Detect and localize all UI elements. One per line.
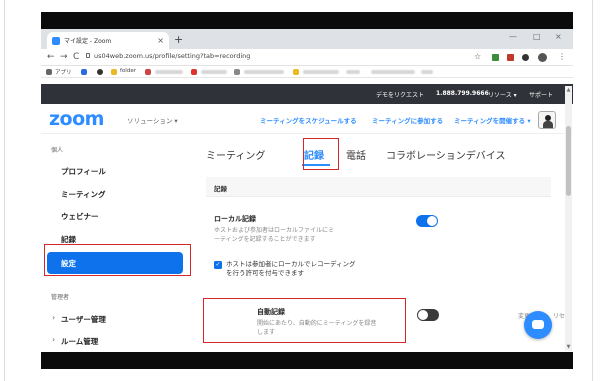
folder-icon: [111, 69, 117, 75]
zoom-utility-bar: デモをリクエスト 1.888.799.9666 リソース ▾ サポート: [41, 84, 573, 104]
phone-number: 1.888.799.9666: [436, 90, 489, 97]
reload-button[interactable]: C: [73, 52, 79, 62]
lock-icon: [86, 53, 90, 58]
bookmark-icon[interactable]: [293, 69, 299, 75]
zoom-logo[interactable]: zoom: [49, 108, 104, 130]
sidebar-item-profile[interactable]: プロフィール: [61, 166, 106, 177]
forward-button[interactable]: →: [60, 52, 68, 62]
blurred-bookmark[interactable]: [244, 70, 284, 74]
blurred-bookmark[interactable]: [303, 70, 339, 74]
bookmark-folder[interactable]: folder: [120, 68, 136, 74]
host-meeting-menu[interactable]: ミーティングを開催する ▾: [454, 115, 531, 125]
local-recording-desc: ホストおよび参加者はローカルファイルにミ: [214, 227, 335, 234]
tab-phone[interactable]: 電話: [346, 147, 366, 162]
join-meeting-link[interactable]: ミーティングに参加する: [372, 115, 443, 125]
address-bar: ← → C us04web.zoom.us/profile/setting?ta…: [41, 49, 573, 66]
request-demo-link[interactable]: デモをリクエスト: [376, 90, 424, 99]
bookmark-star-icon[interactable]: ☆: [474, 52, 481, 61]
scrollbar-thumb[interactable]: [566, 126, 571, 196]
apps-grid-icon: [46, 69, 52, 75]
section-header: 記録: [206, 177, 551, 197]
black-band-bottom: [41, 352, 573, 369]
bookmark-icon[interactable]: [81, 69, 87, 75]
highlight-recording-tab: [303, 138, 339, 170]
scroll-down-icon[interactable]: ▼: [565, 344, 572, 350]
browser-window: マイ設定 - Zoom × + — □ × ← → C us04web.zoom…: [41, 29, 573, 352]
auto-recording-toggle[interactable]: [417, 309, 439, 321]
support-link[interactable]: サポート: [529, 90, 553, 99]
minimize-button[interactable]: —: [509, 32, 517, 41]
tab-collaboration-devices[interactable]: コラボレーションデバイス: [386, 147, 506, 162]
black-band-top: [41, 12, 573, 29]
blurred-bookmark[interactable]: [371, 70, 415, 74]
scroll-up-icon[interactable]: ▲: [565, 87, 572, 93]
blurred-bookmark[interactable]: [346, 70, 360, 74]
sidebar-item-meetings[interactable]: ミーティング: [61, 189, 106, 200]
back-button[interactable]: ←: [47, 52, 55, 62]
highlight-settings-item: [44, 244, 191, 276]
local-recording-desc: ーティングを記録することができます: [214, 236, 316, 243]
host-permission-label: を行う許可を付与できます: [226, 269, 304, 277]
browser-tab[interactable]: マイ設定 - Zoom ×: [47, 32, 169, 49]
bookmark-apps[interactable]: アプリ: [55, 68, 72, 76]
schedule-meeting-link[interactable]: ミーティングをスケジュールする: [260, 115, 357, 125]
local-recording-title: ローカル記録: [214, 215, 256, 223]
tab-title: マイ設定 - Zoom: [64, 38, 112, 45]
new-tab-button[interactable]: +: [174, 33, 183, 46]
blurred-bookmark[interactable]: [421, 70, 433, 74]
tab-meeting[interactable]: ミーティング: [206, 147, 265, 162]
host-permission-label: ホストは参加者にローカルでレコーディング: [226, 260, 356, 268]
bookmark-icon[interactable]: [97, 69, 103, 75]
tab-bar: マイ設定 - Zoom × + — □ ×: [41, 29, 573, 49]
solutions-menu[interactable]: ソリューション ▾: [127, 115, 178, 125]
menu-icon[interactable]: ⋮: [558, 52, 566, 61]
avatar-body-icon: [543, 121, 553, 128]
maximize-button[interactable]: □: [533, 32, 541, 41]
toggle-knob: [427, 216, 437, 226]
sidebar-item-webinars[interactable]: ウェビナー: [61, 211, 99, 222]
local-recording-toggle[interactable]: [416, 215, 438, 227]
chevron-right-icon: ›: [52, 313, 56, 322]
page-border: [592, 0, 593, 381]
tab-close-icon[interactable]: ×: [157, 36, 164, 45]
bookmark-icon[interactable]: [234, 69, 240, 75]
resources-menu[interactable]: リソース ▾: [488, 90, 517, 99]
close-window-button[interactable]: ×: [555, 32, 562, 41]
extension-icon[interactable]: [522, 54, 529, 61]
profile-icon[interactable]: [538, 53, 547, 62]
section-title: 記録: [214, 185, 227, 193]
page-scrollbar[interactable]: ▲ ▼: [565, 86, 572, 351]
extension-icon[interactable]: [492, 54, 499, 61]
zoom-header: zoom ソリューション ▾ ミーティングをスケジュールする ミーティングに参加…: [41, 104, 573, 134]
blurred-bookmark[interactable]: [201, 70, 227, 74]
url-field[interactable]: us04web.zoom.us/profile/setting?tab=reco…: [94, 52, 250, 60]
reset-link[interactable]: リセ: [553, 311, 565, 320]
zoom-favicon-icon: [52, 36, 60, 45]
screenshot-frame: マイ設定 - Zoom × + — □ × ← → C us04web.zoom…: [0, 0, 600, 381]
sidebar-section-personal: 個人: [51, 147, 64, 154]
extension-icon[interactable]: [507, 54, 514, 61]
bookmark-icon[interactable]: [191, 69, 197, 75]
highlight-auto-recording: [203, 298, 406, 343]
avatar[interactable]: [538, 111, 556, 129]
page-border: [4, 0, 5, 381]
host-permission-checkbox[interactable]: ✓: [214, 261, 222, 269]
sidebar-section-admin: 管理者: [51, 294, 70, 301]
chevron-right-icon: ›: [52, 335, 56, 344]
toggle-knob: [418, 310, 428, 320]
bookmarks-bar: アプリ folder: [41, 66, 573, 78]
bookmark-icon[interactable]: [145, 69, 151, 75]
chat-button[interactable]: [524, 311, 552, 339]
sidebar-item-room-management[interactable]: ルーム管理: [61, 336, 98, 347]
sidebar-item-user-management[interactable]: ユーザー管理: [61, 314, 106, 325]
chat-bubble-icon: [532, 320, 544, 329]
blurred-bookmark[interactable]: [155, 70, 183, 74]
